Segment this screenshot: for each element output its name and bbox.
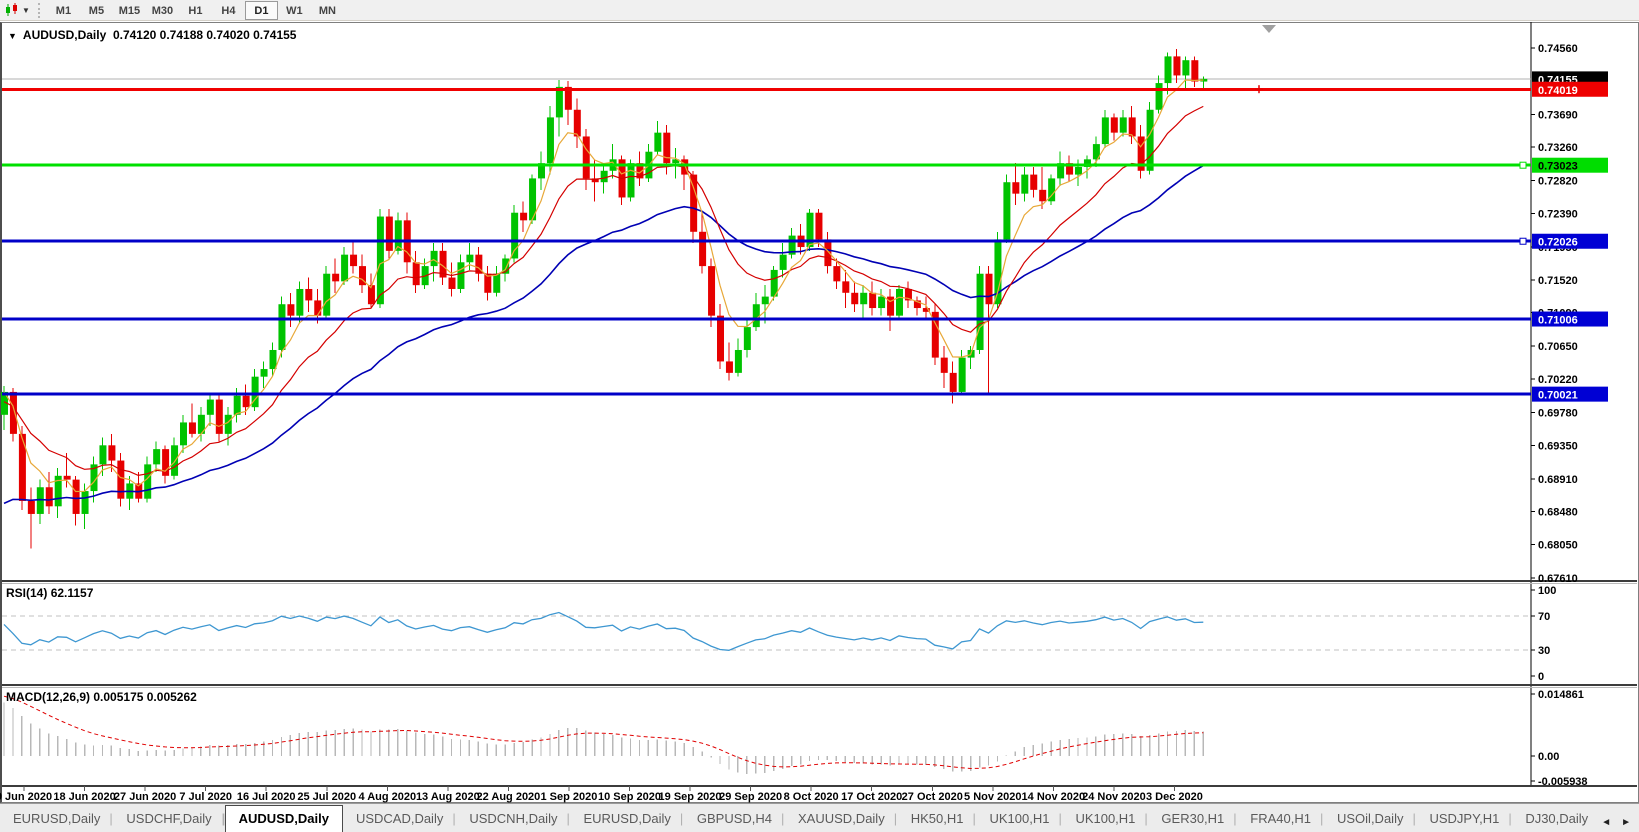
svg-text:0.70220: 0.70220 [1538, 374, 1578, 386]
svg-text:0.73023: 0.73023 [1538, 161, 1578, 173]
rsi-line [3, 611, 1204, 651]
rsi-panel: 100 70 30 0 [2, 585, 1556, 683]
svg-text:0: 0 [1538, 671, 1544, 683]
svg-text:1 Sep 2020: 1 Sep 2020 [541, 791, 598, 803]
svg-text:13 Aug 2020: 13 Aug 2020 [416, 791, 480, 803]
svg-text:0.69350: 0.69350 [1538, 440, 1578, 452]
svg-text:0.74019: 0.74019 [1538, 85, 1578, 97]
macd-indicator-label: MACD(12,26,9) 0.005175 0.005262 [6, 690, 197, 704]
svg-text:0.70021: 0.70021 [1538, 390, 1578, 402]
svg-text:7 Jul 2020: 7 Jul 2020 [179, 791, 232, 803]
svg-text:3 Dec 2020: 3 Dec 2020 [1146, 791, 1203, 803]
ma-mid-line [3, 105, 1204, 477]
svg-text:0.72026: 0.72026 [1538, 237, 1578, 249]
chart-ohlc-values: 0.74120 0.74188 0.74020 0.74155 [112, 28, 297, 42]
candles-layer [1, 48, 1208, 549]
macd-signal-line [3, 695, 1204, 770]
svg-text:0.00: 0.00 [1538, 751, 1559, 763]
svg-text:-0.005938: -0.005938 [1538, 776, 1588, 788]
chart-symbol-label: AUDUSD,Daily [22, 28, 107, 42]
svg-text:18 Jun 2020: 18 Jun 2020 [53, 791, 115, 803]
svg-text:0.67610: 0.67610 [1538, 573, 1578, 585]
svg-text:30: 30 [1538, 645, 1550, 657]
svg-text:100: 100 [1538, 585, 1556, 597]
svg-text:0.73260: 0.73260 [1538, 142, 1578, 154]
svg-text:8 Oct 2020: 8 Oct 2020 [784, 791, 839, 803]
macd-name: MACD(12,26,9) [6, 690, 91, 704]
svg-text:0.68910: 0.68910 [1538, 474, 1578, 486]
svg-text:27 Jun 2020: 27 Jun 2020 [114, 791, 176, 803]
svg-text:19 Sep 2020: 19 Sep 2020 [659, 791, 722, 803]
svg-text:0.68480: 0.68480 [1538, 507, 1578, 519]
svg-text:10 Sep 2020: 10 Sep 2020 [598, 791, 661, 803]
svg-text:0.71006: 0.71006 [1538, 315, 1578, 327]
macd-values: 0.005175 0.005262 [93, 690, 197, 704]
rsi-value: 62.1157 [50, 586, 94, 600]
collapse-triangle-icon[interactable]: ▼ [8, 31, 17, 41]
svg-text:70: 70 [1538, 611, 1550, 623]
rsi-indicator-label: RSI(14) 62.1157 [6, 586, 93, 600]
svg-text:25 Jul 2020: 25 Jul 2020 [297, 791, 356, 803]
svg-text:22 Aug 2020: 22 Aug 2020 [477, 791, 541, 803]
macd-panel: 0.014861 0.00 -0.005938 [3, 689, 1588, 788]
svg-text:0.72390: 0.72390 [1538, 208, 1578, 220]
svg-text:24 Nov 2020: 24 Nov 2020 [1082, 791, 1146, 803]
svg-text:0.71520: 0.71520 [1538, 275, 1578, 287]
svg-text:29 Sep 2020: 29 Sep 2020 [719, 791, 782, 803]
svg-text:0.74560: 0.74560 [1538, 43, 1578, 55]
svg-text:5 Nov 2020: 5 Nov 2020 [964, 791, 1021, 803]
chart-tab-AUDUSD-Daily[interactable]: AUDUSD,Daily [222, 805, 343, 832]
svg-text:27 Oct 2020: 27 Oct 2020 [902, 791, 963, 803]
svg-text:9 Jun 2020: 9 Jun 2020 [0, 791, 52, 803]
svg-text:0.72820: 0.72820 [1538, 176, 1578, 188]
price-chart-canvas[interactable]: 0.745600.736900.732600.728200.723900.719… [0, 0, 1639, 832]
svg-text:17 Oct 2020: 17 Oct 2020 [841, 791, 902, 803]
svg-text:0.014861: 0.014861 [1538, 689, 1584, 701]
svg-text:4 Aug 2020: 4 Aug 2020 [358, 791, 416, 803]
rsi-name: RSI(14) [6, 586, 48, 600]
hline-handle [1519, 237, 1527, 245]
svg-text:0.70650: 0.70650 [1538, 341, 1578, 353]
chart-title: ▼ AUDUSD,Daily 0.74120 0.74188 0.74020 0.… [8, 28, 296, 42]
date-axis: 9 Jun 2020 18 Jun 202027 Jun 2020 7 Jul 20… [0, 786, 1203, 803]
svg-text:0.69780: 0.69780 [1538, 408, 1578, 420]
hline-handle [1519, 161, 1527, 169]
chart-shift-marker-icon [1262, 25, 1276, 33]
svg-text:0.68050: 0.68050 [1538, 539, 1578, 551]
svg-text:14 Nov 2020: 14 Nov 2020 [1022, 791, 1086, 803]
svg-text:0.73690: 0.73690 [1538, 109, 1578, 121]
svg-text:16 Jul 2020: 16 Jul 2020 [237, 791, 296, 803]
